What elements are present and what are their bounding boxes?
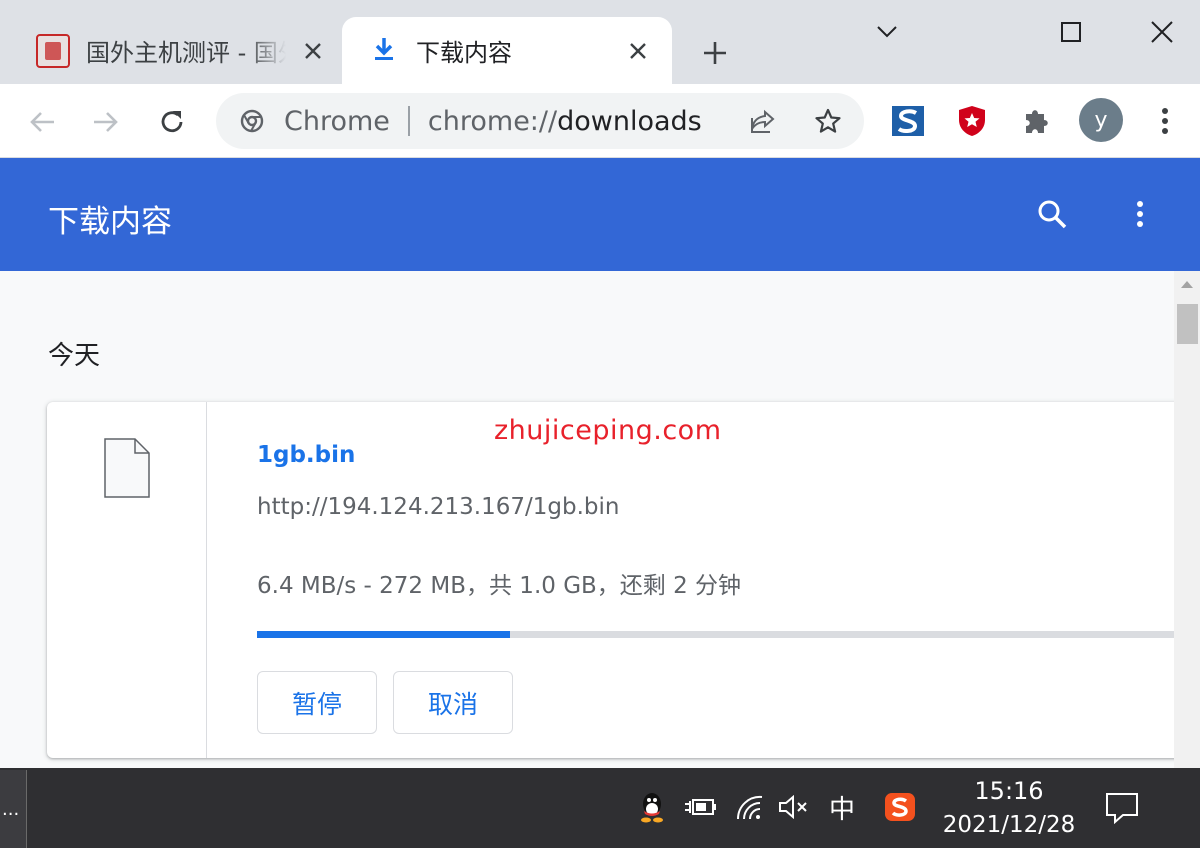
forward-button[interactable]	[86, 102, 126, 142]
maximize-icon	[1061, 22, 1081, 42]
close-icon	[1151, 21, 1173, 43]
profile-avatar[interactable]: y	[1079, 98, 1123, 142]
search-icon	[1038, 200, 1067, 229]
share-button[interactable]	[747, 105, 779, 137]
address-bar[interactable]: Chrome chrome://downloads	[216, 93, 864, 149]
volume-muted-icon[interactable]	[777, 790, 811, 824]
notification-icon	[1106, 793, 1138, 824]
scroll-thumb[interactable]	[1177, 304, 1198, 344]
download-progress-bar	[257, 631, 1174, 638]
wifi-icon[interactable]	[733, 790, 767, 824]
file-icon-column	[47, 402, 207, 758]
tab-search-button[interactable]	[865, 10, 909, 54]
downloads-header: 下载内容	[0, 158, 1200, 271]
chrome-icon	[240, 109, 264, 133]
pause-button[interactable]: 暂停	[257, 671, 377, 734]
progress-fill	[257, 631, 510, 638]
puzzle-icon	[1026, 110, 1048, 133]
page-title: 下载内容	[48, 204, 172, 240]
scheme-label: Chrome	[284, 105, 390, 137]
chevron-down-icon	[877, 26, 897, 38]
ime-indicator[interactable]: 中	[825, 790, 859, 825]
sogou-ime-icon[interactable]	[883, 790, 917, 824]
star-icon	[815, 108, 841, 133]
tab-title: 国外主机测评 - 国外	[86, 39, 286, 67]
file-icon	[104, 438, 150, 498]
plus-icon	[704, 42, 726, 64]
search-downloads-button[interactable]	[1032, 194, 1072, 234]
tab-downloads[interactable]: 下载内容	[342, 17, 672, 84]
page-scrollbar[interactable]	[1174, 271, 1200, 768]
download-icon	[372, 36, 396, 66]
arrow-left-icon	[30, 112, 54, 132]
url-prefix: chrome://	[427, 105, 558, 137]
file-source-url[interactable]: http://194.124.213.167/1gb.bin	[257, 494, 619, 520]
battery-charging-icon[interactable]	[683, 790, 717, 824]
watermark-text: zhujiceping.com	[494, 415, 722, 446]
tab-strip: 国外主机测评 - 国外 下载内容	[0, 0, 1200, 84]
maximize-button[interactable]	[1049, 10, 1093, 54]
download-item: 1gb.bin http://194.124.213.167/1gb.bin 6…	[47, 402, 1174, 758]
windows-taskbar: ... 中 15:16 2021/12/28	[0, 768, 1200, 848]
notification-center-button[interactable]	[1102, 788, 1142, 828]
date-heading: 今天	[48, 341, 101, 371]
url-host: downloads	[557, 105, 702, 137]
omnibox-divider	[407, 106, 410, 136]
close-window-button[interactable]	[1140, 10, 1184, 54]
downloads-list: 今天 1gb.bin http://194.124.213.167/1gb.bi…	[0, 271, 1174, 768]
chrome-menu-button[interactable]	[1148, 104, 1182, 138]
extension-shield-button[interactable]	[955, 104, 989, 138]
close-tab-icon[interactable]	[623, 36, 653, 66]
share-icon	[751, 109, 775, 133]
system-clock[interactable]: 15:16 2021/12/28	[930, 774, 1088, 842]
url-text[interactable]: chrome://downloads	[428, 106, 702, 137]
new-tab-button[interactable]	[697, 35, 733, 71]
browser-toolbar: Chrome chrome://downloads y	[0, 84, 1200, 158]
taskbar-app-button[interactable]: ...	[0, 770, 27, 848]
download-status: 6.4 MB/s - 272 MB，共 1.0 GB，还剩 2 分钟	[257, 573, 742, 599]
shield-star-icon	[959, 106, 985, 136]
tab-title: 下载内容	[416, 39, 512, 67]
reload-button[interactable]	[152, 102, 192, 142]
clock-date: 2021/12/28	[942, 812, 1076, 838]
more-vert-icon	[1137, 201, 1143, 227]
cancel-button[interactable]: 取消	[393, 671, 513, 734]
extension-s-button[interactable]	[891, 104, 925, 138]
clock-time: 15:16	[974, 777, 1044, 805]
reload-icon	[161, 111, 183, 133]
close-tab-icon[interactable]	[298, 36, 328, 66]
extensions-button[interactable]	[1020, 104, 1054, 138]
scroll-up-arrow-icon[interactable]	[1181, 281, 1193, 288]
downloads-menu-button[interactable]	[1120, 194, 1160, 234]
bookmark-button[interactable]	[812, 105, 844, 137]
tab-site[interactable]: 国外主机测评 - 国外	[0, 17, 342, 84]
back-button[interactable]	[22, 102, 62, 142]
arrow-right-icon	[94, 112, 118, 132]
more-vert-icon	[1162, 108, 1168, 134]
site-favicon-icon	[36, 33, 70, 68]
file-name-link[interactable]: 1gb.bin	[257, 442, 355, 468]
qq-icon[interactable]	[635, 790, 669, 824]
s-extension-icon	[892, 106, 924, 136]
